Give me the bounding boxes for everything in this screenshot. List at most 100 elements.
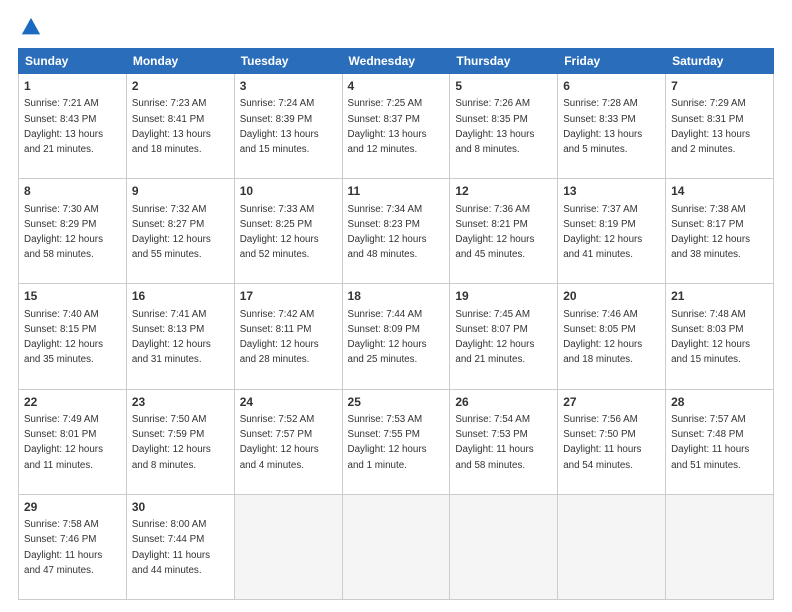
day-cell-9: 9 Sunrise: 7:32 AMSunset: 8:27 PMDayligh… [126, 179, 234, 284]
day-number: 12 [455, 183, 552, 200]
day-cell-13: 13 Sunrise: 7:37 AMSunset: 8:19 PMDaylig… [558, 179, 666, 284]
day-cell-empty-4-2 [234, 494, 342, 599]
day-cell-empty-4-6 [666, 494, 774, 599]
day-cell-25: 25 Sunrise: 7:53 AMSunset: 7:55 PMDaylig… [342, 389, 450, 494]
day-cell-4: 4 Sunrise: 7:25 AMSunset: 8:37 PMDayligh… [342, 74, 450, 179]
day-info: Sunrise: 7:25 AMSunset: 8:37 PMDaylight:… [348, 98, 427, 155]
day-cell-empty-4-3 [342, 494, 450, 599]
day-number: 17 [240, 288, 337, 305]
day-number: 8 [24, 183, 121, 200]
day-cell-5: 5 Sunrise: 7:26 AMSunset: 8:35 PMDayligh… [450, 74, 558, 179]
week-row-2: 8 Sunrise: 7:30 AMSunset: 8:29 PMDayligh… [19, 179, 774, 284]
day-info: Sunrise: 7:58 AMSunset: 7:46 PMDaylight:… [24, 519, 102, 576]
day-number: 30 [132, 499, 229, 516]
day-info: Sunrise: 7:41 AMSunset: 8:13 PMDaylight:… [132, 309, 211, 366]
day-cell-24: 24 Sunrise: 7:52 AMSunset: 7:57 PMDaylig… [234, 389, 342, 494]
day-cell-6: 6 Sunrise: 7:28 AMSunset: 8:33 PMDayligh… [558, 74, 666, 179]
day-number: 10 [240, 183, 337, 200]
day-cell-empty-4-5 [558, 494, 666, 599]
day-number: 28 [671, 394, 768, 411]
day-cell-26: 26 Sunrise: 7:54 AMSunset: 7:53 PMDaylig… [450, 389, 558, 494]
day-cell-15: 15 Sunrise: 7:40 AMSunset: 8:15 PMDaylig… [19, 284, 127, 389]
day-info: Sunrise: 7:56 AMSunset: 7:50 PMDaylight:… [563, 414, 641, 471]
day-info: Sunrise: 7:28 AMSunset: 8:33 PMDaylight:… [563, 98, 642, 155]
logo-icon [20, 16, 42, 38]
day-number: 4 [348, 78, 445, 95]
day-info: Sunrise: 7:24 AMSunset: 8:39 PMDaylight:… [240, 98, 319, 155]
weekday-header-row: Sunday Monday Tuesday Wednesday Thursday… [19, 49, 774, 74]
day-info: Sunrise: 7:21 AMSunset: 8:43 PMDaylight:… [24, 98, 103, 155]
day-cell-18: 18 Sunrise: 7:44 AMSunset: 8:09 PMDaylig… [342, 284, 450, 389]
day-cell-12: 12 Sunrise: 7:36 AMSunset: 8:21 PMDaylig… [450, 179, 558, 284]
day-info: Sunrise: 7:44 AMSunset: 8:09 PMDaylight:… [348, 309, 427, 366]
day-info: Sunrise: 7:37 AMSunset: 8:19 PMDaylight:… [563, 204, 642, 261]
day-number: 13 [563, 183, 660, 200]
day-number: 29 [24, 499, 121, 516]
day-info: Sunrise: 7:46 AMSunset: 8:05 PMDaylight:… [563, 309, 642, 366]
day-cell-2: 2 Sunrise: 7:23 AMSunset: 8:41 PMDayligh… [126, 74, 234, 179]
week-row-1: 1 Sunrise: 7:21 AMSunset: 8:43 PMDayligh… [19, 74, 774, 179]
day-number: 6 [563, 78, 660, 95]
day-cell-3: 3 Sunrise: 7:24 AMSunset: 8:39 PMDayligh… [234, 74, 342, 179]
day-info: Sunrise: 7:57 AMSunset: 7:48 PMDaylight:… [671, 414, 749, 471]
day-cell-11: 11 Sunrise: 7:34 AMSunset: 8:23 PMDaylig… [342, 179, 450, 284]
day-number: 22 [24, 394, 121, 411]
day-cell-empty-4-4 [450, 494, 558, 599]
day-cell-8: 8 Sunrise: 7:30 AMSunset: 8:29 PMDayligh… [19, 179, 127, 284]
header-friday: Friday [558, 49, 666, 74]
day-number: 2 [132, 78, 229, 95]
day-info: Sunrise: 7:50 AMSunset: 7:59 PMDaylight:… [132, 414, 211, 471]
week-row-4: 22 Sunrise: 7:49 AMSunset: 8:01 PMDaylig… [19, 389, 774, 494]
day-number: 15 [24, 288, 121, 305]
day-cell-22: 22 Sunrise: 7:49 AMSunset: 8:01 PMDaylig… [19, 389, 127, 494]
day-cell-28: 28 Sunrise: 7:57 AMSunset: 7:48 PMDaylig… [666, 389, 774, 494]
calendar-table: Sunday Monday Tuesday Wednesday Thursday… [18, 48, 774, 600]
day-number: 23 [132, 394, 229, 411]
day-info: Sunrise: 8:00 AMSunset: 7:44 PMDaylight:… [132, 519, 210, 576]
day-info: Sunrise: 7:30 AMSunset: 8:29 PMDaylight:… [24, 204, 103, 261]
day-info: Sunrise: 7:32 AMSunset: 8:27 PMDaylight:… [132, 204, 211, 261]
day-info: Sunrise: 7:49 AMSunset: 8:01 PMDaylight:… [24, 414, 103, 471]
day-cell-23: 23 Sunrise: 7:50 AMSunset: 7:59 PMDaylig… [126, 389, 234, 494]
page: Sunday Monday Tuesday Wednesday Thursday… [0, 0, 792, 612]
day-number: 14 [671, 183, 768, 200]
day-number: 21 [671, 288, 768, 305]
day-info: Sunrise: 7:42 AMSunset: 8:11 PMDaylight:… [240, 309, 319, 366]
day-cell-14: 14 Sunrise: 7:38 AMSunset: 8:17 PMDaylig… [666, 179, 774, 284]
day-cell-1: 1 Sunrise: 7:21 AMSunset: 8:43 PMDayligh… [19, 74, 127, 179]
day-number: 3 [240, 78, 337, 95]
header-wednesday: Wednesday [342, 49, 450, 74]
day-info: Sunrise: 7:53 AMSunset: 7:55 PMDaylight:… [348, 414, 427, 471]
day-info: Sunrise: 7:23 AMSunset: 8:41 PMDaylight:… [132, 98, 211, 155]
header-tuesday: Tuesday [234, 49, 342, 74]
logo [18, 16, 42, 38]
week-row-3: 15 Sunrise: 7:40 AMSunset: 8:15 PMDaylig… [19, 284, 774, 389]
day-cell-17: 17 Sunrise: 7:42 AMSunset: 8:11 PMDaylig… [234, 284, 342, 389]
day-number: 26 [455, 394, 552, 411]
day-info: Sunrise: 7:29 AMSunset: 8:31 PMDaylight:… [671, 98, 750, 155]
day-number: 19 [455, 288, 552, 305]
header-sunday: Sunday [19, 49, 127, 74]
header-thursday: Thursday [450, 49, 558, 74]
day-cell-7: 7 Sunrise: 7:29 AMSunset: 8:31 PMDayligh… [666, 74, 774, 179]
day-info: Sunrise: 7:36 AMSunset: 8:21 PMDaylight:… [455, 204, 534, 261]
day-number: 25 [348, 394, 445, 411]
day-number: 11 [348, 183, 445, 200]
day-info: Sunrise: 7:33 AMSunset: 8:25 PMDaylight:… [240, 204, 319, 261]
day-cell-16: 16 Sunrise: 7:41 AMSunset: 8:13 PMDaylig… [126, 284, 234, 389]
day-number: 16 [132, 288, 229, 305]
day-number: 24 [240, 394, 337, 411]
day-cell-20: 20 Sunrise: 7:46 AMSunset: 8:05 PMDaylig… [558, 284, 666, 389]
day-cell-19: 19 Sunrise: 7:45 AMSunset: 8:07 PMDaylig… [450, 284, 558, 389]
day-info: Sunrise: 7:48 AMSunset: 8:03 PMDaylight:… [671, 309, 750, 366]
day-number: 27 [563, 394, 660, 411]
day-cell-27: 27 Sunrise: 7:56 AMSunset: 7:50 PMDaylig… [558, 389, 666, 494]
week-row-5: 29 Sunrise: 7:58 AMSunset: 7:46 PMDaylig… [19, 494, 774, 599]
header-monday: Monday [126, 49, 234, 74]
day-cell-30: 30 Sunrise: 8:00 AMSunset: 7:44 PMDaylig… [126, 494, 234, 599]
day-number: 5 [455, 78, 552, 95]
day-number: 1 [24, 78, 121, 95]
day-info: Sunrise: 7:34 AMSunset: 8:23 PMDaylight:… [348, 204, 427, 261]
day-info: Sunrise: 7:40 AMSunset: 8:15 PMDaylight:… [24, 309, 103, 366]
day-info: Sunrise: 7:26 AMSunset: 8:35 PMDaylight:… [455, 98, 534, 155]
